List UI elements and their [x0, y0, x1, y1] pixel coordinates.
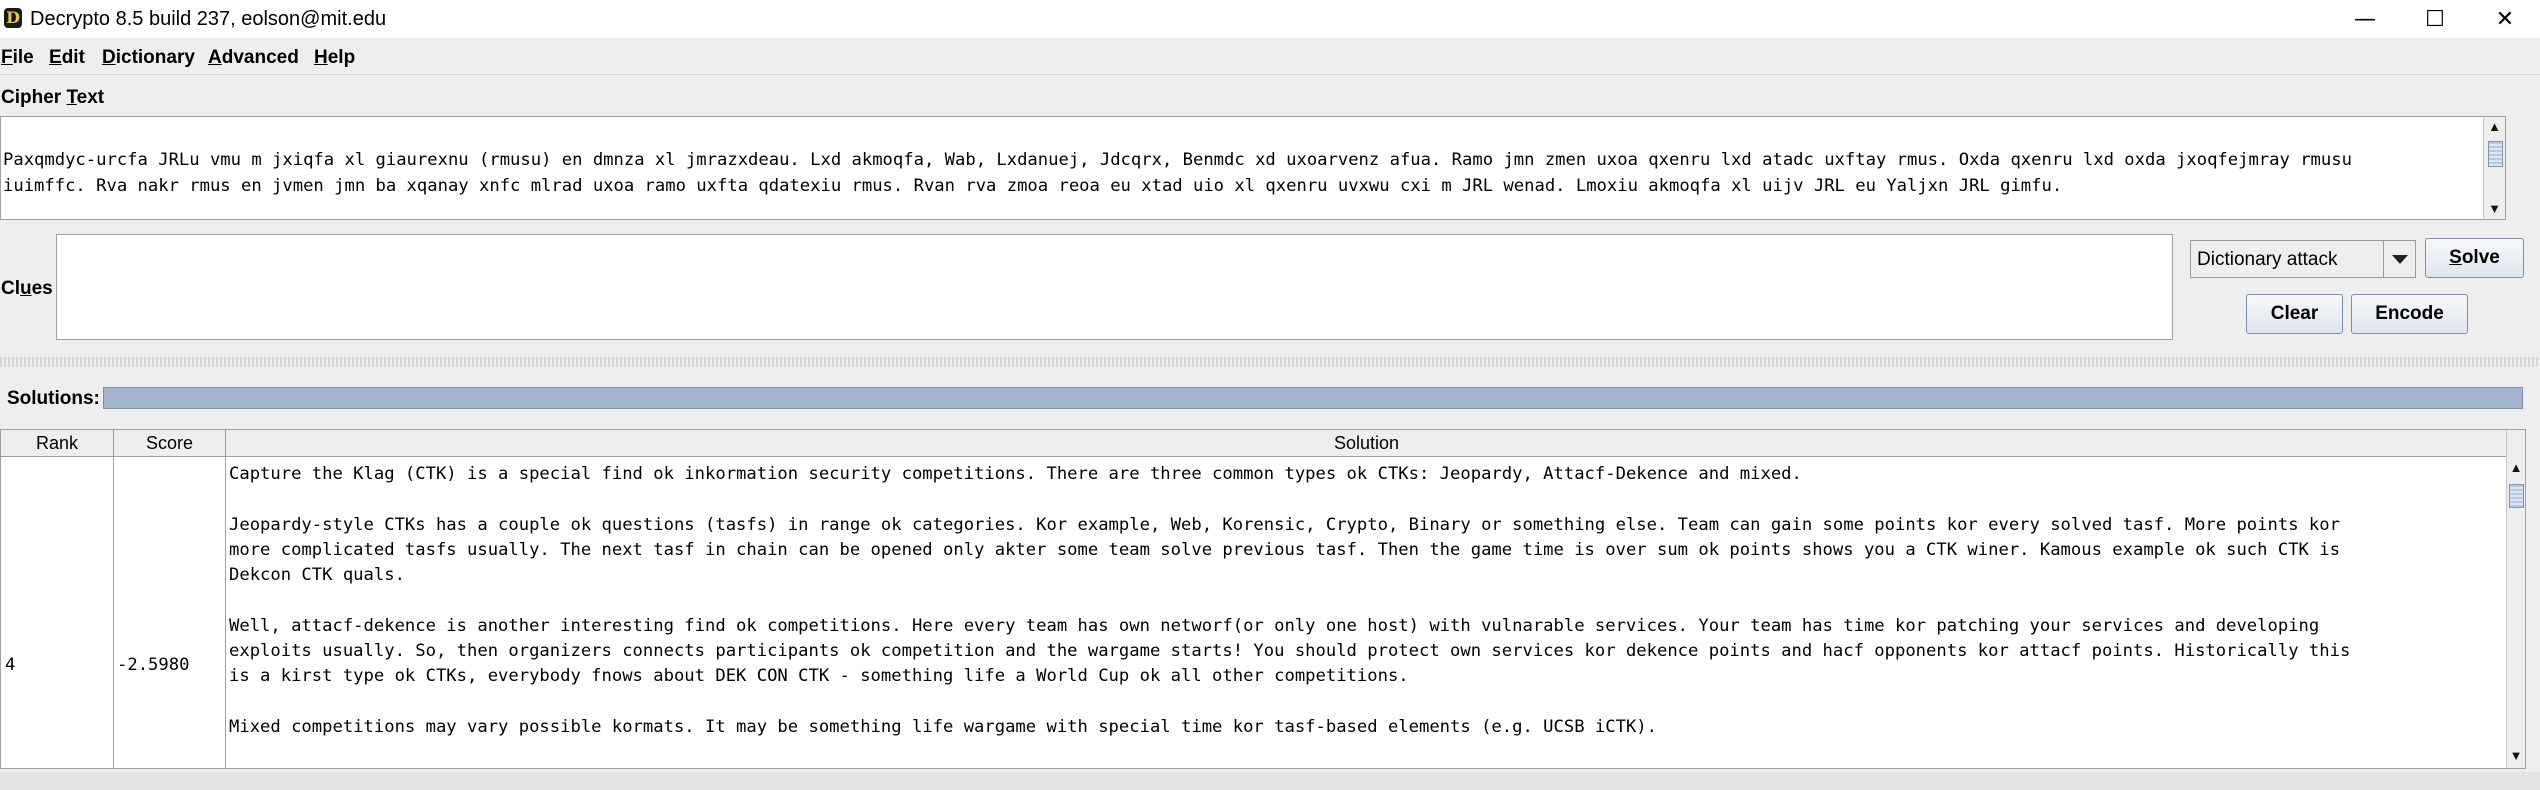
menu-bar: File Edit Dictionary Advanced Help	[0, 40, 2540, 75]
solutions-table: Rank Score Solution 4 -2.5980 Capture th…	[0, 429, 2526, 769]
cipher-text-line: Paxqmdyc-urcfa JRLu vmu m jxiqfa xl giau…	[3, 150, 2352, 170]
scroll-up-icon[interactable]: ▲	[2507, 460, 2525, 476]
score-cell: -2.5980	[117, 655, 190, 675]
solution-line: exploits usually. So, then organizers co…	[229, 641, 2351, 661]
solutions-scrollbar[interactable]: ▲ ▼	[2506, 430, 2525, 768]
dropdown-arrow-icon[interactable]	[2383, 241, 2415, 277]
scroll-down-icon[interactable]: ▼	[2507, 748, 2525, 764]
panel-splitter[interactable]	[0, 357, 2540, 367]
rank-cell: 4	[5, 655, 16, 675]
solutions-progress-bar	[103, 387, 2523, 409]
column-header-rank[interactable]: Rank	[1, 430, 114, 456]
solution-line: Dekcon CTK quals.	[229, 565, 405, 585]
menu-file[interactable]: File	[1, 46, 34, 70]
column-divider	[113, 457, 114, 768]
menu-edit[interactable]: Edit	[49, 46, 85, 70]
solution-line: Well, attacf-dekence is another interest…	[229, 616, 2320, 636]
close-button[interactable]: ✕	[2470, 0, 2540, 38]
column-header-solution[interactable]: Solution	[226, 430, 2507, 456]
cipher-text-area[interactable]: Paxqmdyc-urcfa JRLu vmu m jxiqfa xl giau…	[0, 116, 2506, 220]
clear-button[interactable]: Clear	[2246, 294, 2343, 334]
menu-dictionary[interactable]: Dictionary	[102, 46, 195, 70]
clues-input[interactable]	[56, 234, 2173, 340]
clues-label: Clues	[1, 278, 53, 299]
column-header-score[interactable]: Score	[114, 430, 226, 456]
menu-help[interactable]: Help	[314, 46, 355, 70]
solution-line: more complicated tasfs usually. The next…	[229, 540, 2340, 560]
scroll-up-icon[interactable]: ▲	[2484, 119, 2505, 135]
scroll-thumb[interactable]	[2488, 141, 2503, 167]
maximize-button[interactable]: ☐	[2400, 0, 2470, 38]
solution-line: Jeopardy-style CTKs has a couple ok ques…	[229, 515, 2340, 535]
solutions-label: Solutions:	[7, 388, 100, 409]
solution-line: Mixed competitions may vary possible kor…	[229, 717, 1657, 737]
title-bar: D Decrypto 8.5 build 237, eolson@mit.edu…	[0, 0, 2540, 38]
window-title: Decrypto 8.5 build 237, eolson@mit.edu	[30, 8, 387, 30]
solution-line: is a kirst type ok CTKs, everybody fnows…	[229, 666, 1409, 686]
status-strip	[0, 772, 2540, 790]
scroll-thumb[interactable]	[2509, 484, 2524, 508]
solve-button[interactable]: Solve	[2425, 238, 2524, 278]
column-divider	[225, 457, 226, 768]
cipher-text-line: iuimffc. Rva nakr rmus en jvmen jmn ba x…	[3, 176, 2063, 196]
menu-advanced[interactable]: Advanced	[208, 46, 299, 70]
minimize-button[interactable]: —	[2330, 0, 2400, 38]
encode-button[interactable]: Encode	[2351, 294, 2468, 334]
cipher-text-label: Cipher Text	[1, 87, 105, 108]
attack-mode-select[interactable]: Dictionary attack	[2190, 240, 2416, 278]
app-logo-icon: D	[4, 8, 22, 28]
cipher-scrollbar[interactable]: ▲ ▼	[2483, 117, 2505, 219]
solution-line: Capture the Klag (CTK) is a special find…	[229, 464, 1802, 484]
attack-mode-value: Dictionary attack	[2197, 249, 2338, 270]
table-header: Rank Score Solution	[1, 430, 2507, 457]
scroll-down-icon[interactable]: ▼	[2484, 201, 2505, 217]
